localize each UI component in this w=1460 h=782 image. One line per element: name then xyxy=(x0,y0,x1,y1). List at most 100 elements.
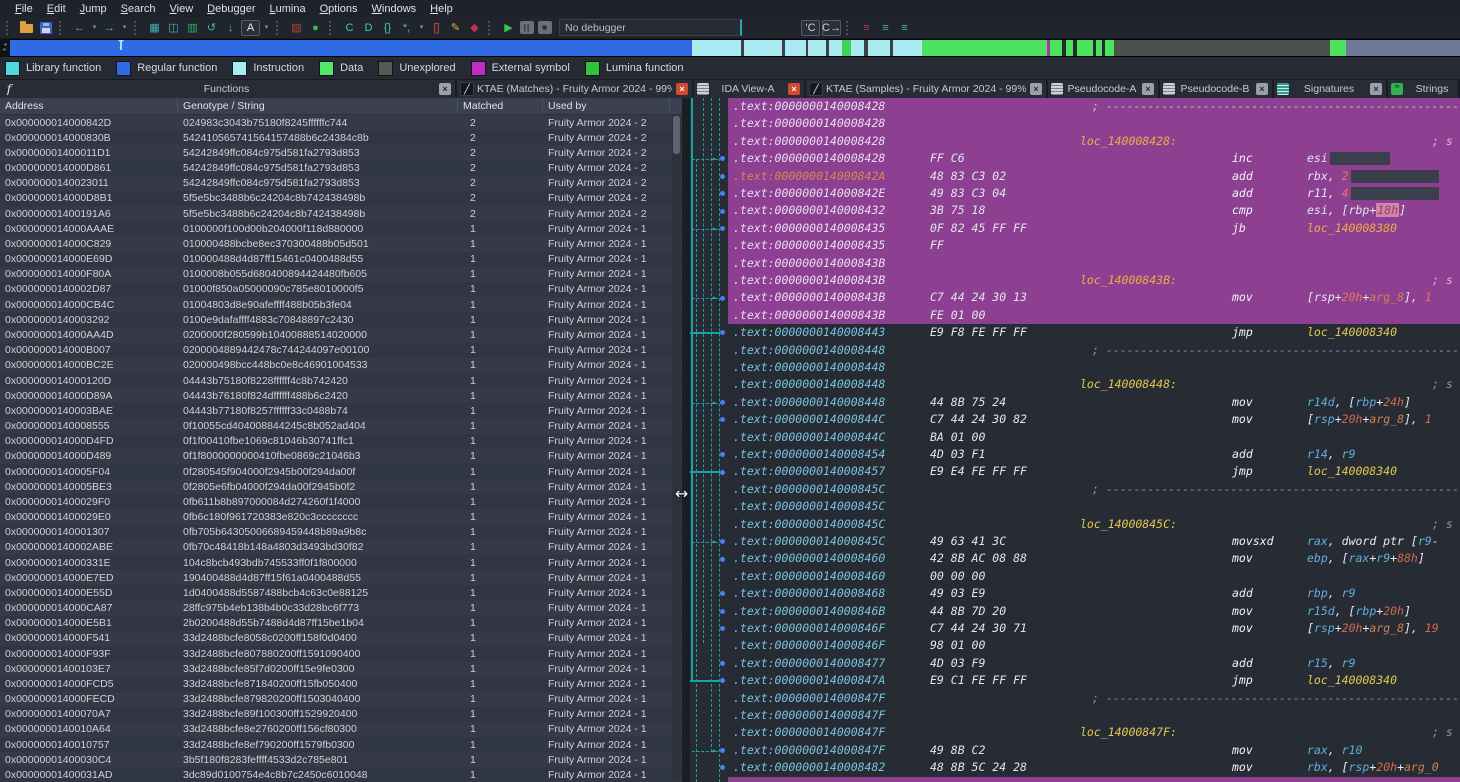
disasm-line[interactable]: .text:000000014000847F xyxy=(728,707,1460,724)
nav-segment[interactable] xyxy=(893,40,922,56)
stop-icon[interactable]: ■ xyxy=(538,21,552,34)
table-row[interactable]: 0x000000014000BC2E020000498bcc448bc0e8c4… xyxy=(0,358,682,373)
table-row[interactable]: 0x000000014000D89A04443b76180f824dffffff… xyxy=(0,388,682,403)
disasm-line[interactable]: .text:000000014000847F; ----------------… xyxy=(728,690,1460,707)
table-row[interactable]: 0x000000014000120D04443b75180f8228ffffff… xyxy=(0,373,682,388)
snapshot-icon[interactable]: ▨ xyxy=(288,20,305,36)
nav-segment[interactable] xyxy=(692,40,741,56)
table-row[interactable]: 0x000000014002301154242849ffc084c975d581… xyxy=(0,176,682,191)
nav-segment[interactable] xyxy=(1066,40,1073,56)
table-row[interactable]: 0x0000000140010A6433d2488bcfe8e2760200ff… xyxy=(0,722,682,737)
disasm-line[interactable]: .text:0000000140008448 xyxy=(728,359,1460,376)
panel-caption-ktae-matches-fruity-armor-2024-99[interactable]: ╱KTAE (Matches) - Fruity Armor 2024 - 99… xyxy=(457,80,694,98)
disasm-line[interactable]: .text:000000014000845C xyxy=(728,498,1460,515)
disasm-line[interactable]: .text:00000001400084350F 82 45 FF FFjblo… xyxy=(728,220,1460,237)
disasm-line[interactable]: .text:000000014000844844 8B 75 24movr14d… xyxy=(728,394,1460,411)
table-row[interactable]: 0x0000000140002ABE0fb70c48418b148a4803d3… xyxy=(0,540,682,555)
open-file-icon[interactable] xyxy=(18,20,35,36)
close-icon[interactable]: × xyxy=(676,83,688,95)
column-header-matched[interactable]: Matched xyxy=(458,98,543,114)
column-header-used-by[interactable]: Used by xyxy=(543,98,670,114)
disasm-line[interactable]: .text:000000014000846B44 8B 7D 20movr15d… xyxy=(728,603,1460,620)
disasm-line[interactable]: .text:000000014000847Floc_14000847F:; s xyxy=(728,724,1460,741)
table-row[interactable]: 0x000000014000F54133d2488bcfe8058c0200ff… xyxy=(0,631,682,646)
disasm-line[interactable]: .text:000000014000844CBA 01 00 xyxy=(728,429,1460,446)
list-red-icon[interactable]: ≡ xyxy=(858,20,875,36)
table-row[interactable]: 0x000000014000F80A0100008b055d6804008944… xyxy=(0,267,682,282)
disasm-line[interactable]: .text:000000014000845Cloc_14000845C:; s xyxy=(728,516,1460,533)
menu-edit[interactable]: Edit xyxy=(40,2,73,16)
nav-arrow-down-icon[interactable]: ▸ xyxy=(3,48,6,53)
table-row[interactable]: 0x000000014000E5B12b0200488d55b7488d4d87… xyxy=(0,616,682,631)
toolbar-handle[interactable] xyxy=(134,21,141,35)
nav-segment[interactable] xyxy=(1050,40,1062,56)
disasm-line[interactable]: .text:00000001400084774D 03 F9addr15, r9 xyxy=(728,655,1460,672)
table-row[interactable]: 0x000000014000D8B15f5e5bc3488b6c24204c8b… xyxy=(0,191,682,206)
forward-icon[interactable]: → xyxy=(101,20,118,36)
toolbar-handle[interactable] xyxy=(59,21,66,35)
nav-segment[interactable] xyxy=(829,40,842,56)
text-view-dropdown-icon[interactable]: ▾ xyxy=(262,20,271,36)
table-row[interactable]: 0x000000014000FCD533d2488bcfe871840200ff… xyxy=(0,676,682,691)
panel-caption-strings[interactable]: ”Strings xyxy=(1388,80,1460,98)
forward-dropdown-icon[interactable]: ▾ xyxy=(120,20,129,36)
disasm-line[interactable]: .text:000000014000845C49 63 41 3Cmovsxdr… xyxy=(728,533,1460,550)
panel-caption-ida-view-a[interactable]: IDA View-A× xyxy=(694,80,806,98)
table-row[interactable]: 0x00000001400191A65f5e5bc3488b6c24204c8b… xyxy=(0,206,682,221)
nav-segment[interactable] xyxy=(842,40,851,56)
imports-icon[interactable]: ◫ xyxy=(165,20,182,36)
table-row[interactable]: 0x00000001400011D154242849ffc084c975d581… xyxy=(0,145,682,160)
nav-track[interactable] xyxy=(10,39,1460,57)
table-row[interactable]: 0x000000014000CB4C01004803d8e90afeffff48… xyxy=(0,297,682,312)
panel-caption-functions[interactable]: fFunctions× xyxy=(0,80,457,98)
debugger-combo[interactable]: No debugger xyxy=(559,19,742,36)
disasm-line[interactable]: .text:000000014000842E49 83 C3 04addr11,… xyxy=(728,185,1460,202)
table-row[interactable]: 0x000000014000E7ED190400488d4d87ff15f61a… xyxy=(0,570,682,585)
lumina-icon[interactable]: ● xyxy=(307,20,324,36)
library-icon[interactable]: ▦ xyxy=(146,20,163,36)
table-row[interactable]: 0x0000000140005BE30f2805e6fb04000f294da0… xyxy=(0,479,682,494)
table-row[interactable]: 0x000000014000D4890f1f8000000000410fbe08… xyxy=(0,449,682,464)
table-row[interactable]: 0x000000014000D4FD0f1f00410fbe1069c81046… xyxy=(0,434,682,449)
back-icon[interactable]: ← xyxy=(71,20,88,36)
vars-dropdown-icon[interactable]: ▾ xyxy=(417,20,426,36)
table-row[interactable]: 0x0000000140003BAE04443b77180f8257ffffff… xyxy=(0,403,682,418)
table-row[interactable]: 0x000000014000F93F33d2488bcfe807880200ff… xyxy=(0,646,682,661)
table-row[interactable]: 0x00000001400103E733d2488bcfe85f7d0200ff… xyxy=(0,661,682,676)
table-row[interactable]: 0x000000014000331E104c8bcb493bdb745533ff… xyxy=(0,555,682,570)
table-row[interactable]: 0x000000014000B0070200004889442478c74424… xyxy=(0,343,682,358)
disasm-line[interactable]: .text:000000014000843Bloc_14000843B:; s xyxy=(728,272,1460,289)
disasm-line[interactable]: .text:00000001400084544D 03 F1addr14, r9 xyxy=(728,446,1460,463)
disasm-line[interactable]: .text:000000014000843BC7 44 24 30 13mov[… xyxy=(728,289,1460,306)
jump-down-icon[interactable]: ↓ xyxy=(222,20,239,36)
column-header-genotype-string[interactable]: Genotype / String xyxy=(178,98,458,114)
nav-segment[interactable] xyxy=(922,40,1047,56)
compile-icon[interactable]: C xyxy=(341,20,358,36)
toolbar-handle[interactable] xyxy=(488,21,495,35)
edit-icon[interactable]: ✎ xyxy=(447,20,464,36)
table-row[interactable]: 0x000000014000AA4D0200000f280599b1040088… xyxy=(0,327,682,342)
toolbar-handle[interactable] xyxy=(276,21,283,35)
disasm-line[interactable]: .text:0000000140008457E9 E4 FE FF FFjmpl… xyxy=(728,463,1460,480)
back-dropdown-icon[interactable]: ▾ xyxy=(90,20,99,36)
disasm-line[interactable]: .text:000000014000846FC7 44 24 30 71mov[… xyxy=(728,620,1460,637)
menu-file[interactable]: File xyxy=(8,2,40,16)
menu-windows[interactable]: Windows xyxy=(365,2,424,16)
close-icon[interactable]: × xyxy=(1256,83,1268,95)
data-icon[interactable]: D xyxy=(360,20,377,36)
panel-caption-pseudocode-a[interactable]: Pseudocode-A× xyxy=(1048,80,1160,98)
table-row[interactable]: 0x00000001400029F00fb611b8b897000084d274… xyxy=(0,494,682,509)
disasm-line[interactable]: .text:000000014000848248 8B 5C 24 28movr… xyxy=(728,759,1460,776)
table-row[interactable]: 0x00000001400032920100e9dafaffff4883c708… xyxy=(0,312,682,327)
menu-view[interactable]: View xyxy=(163,2,201,16)
disasm-line[interactable]: .text:000000014000845C; ----------------… xyxy=(728,481,1460,498)
table-row[interactable]: 0x00000001400013070fb705b643050066894594… xyxy=(0,525,682,540)
scrollbar-thumb[interactable] xyxy=(673,116,680,154)
menu-help[interactable]: Help xyxy=(423,2,460,16)
disasm-line[interactable]: .text:0000000140008428; ----------------… xyxy=(728,98,1460,115)
quick-c-icon[interactable]: 'C xyxy=(801,20,820,36)
disasm-line[interactable]: .text:0000000140008428 xyxy=(728,115,1460,132)
nav-segment[interactable] xyxy=(10,40,692,56)
disasm-line[interactable]: .text:0000000140008428FF C6incesi xyxy=(728,150,1460,167)
nav-segment[interactable] xyxy=(868,40,890,56)
